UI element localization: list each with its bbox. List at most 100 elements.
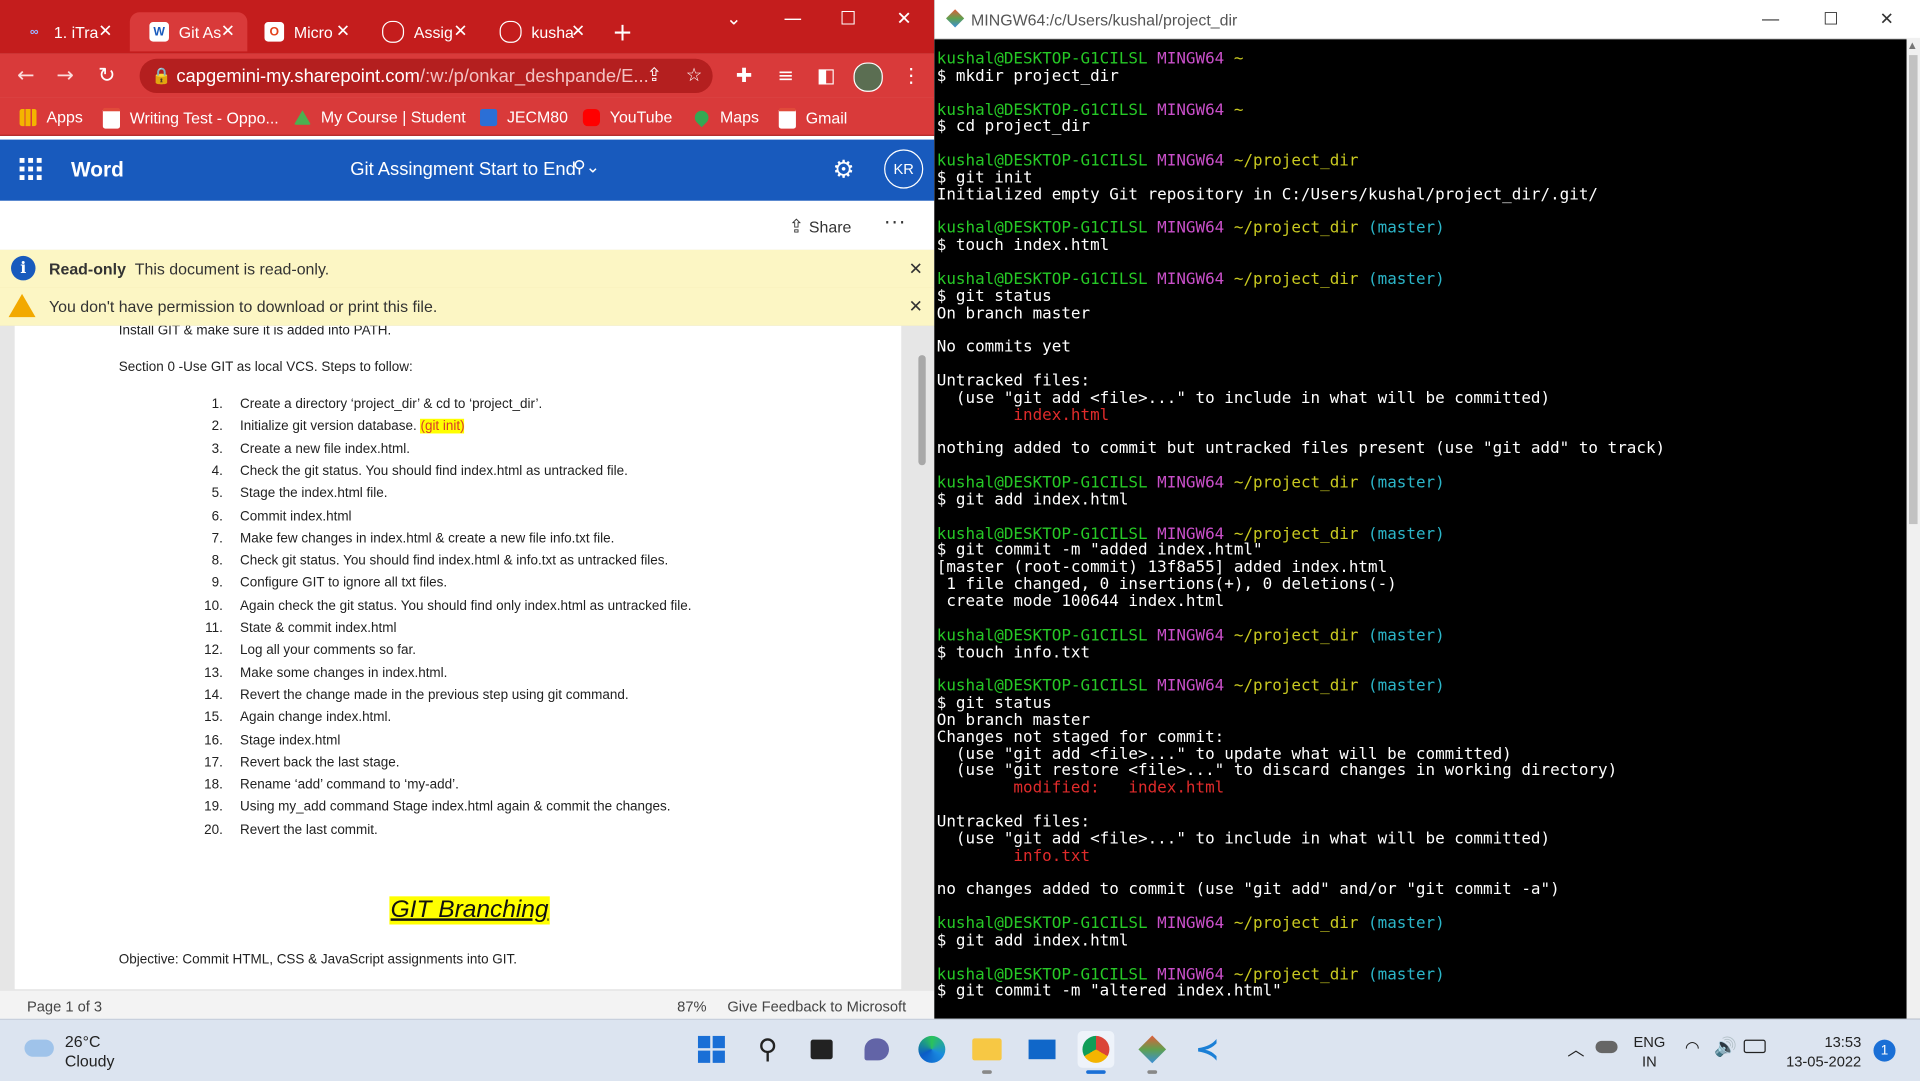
tab-search-icon[interactable]: ⌄ xyxy=(726,7,741,29)
forward-icon[interactable]: → xyxy=(56,64,73,88)
close-tab-icon[interactable]: ✕ xyxy=(221,21,235,42)
dismiss-permission-icon[interactable]: ✕ xyxy=(909,296,923,317)
word-icon: W xyxy=(149,22,169,42)
terminal-output[interactable]: kushal@DESKTOP-G1CILSL MINGW64 ~ $ mkdir… xyxy=(937,51,1665,1000)
bookmark-writing-test[interactable]: Writing Test - Oppo... xyxy=(102,107,279,129)
bookmark-my-course[interactable]: My Course | Student xyxy=(293,108,466,126)
wifi-icon[interactable]: ◠ xyxy=(1685,1037,1700,1058)
reload-icon[interactable]: ↻ xyxy=(98,64,115,88)
share-page-icon[interactable]: ⇪ xyxy=(647,64,662,86)
prompt-user: kushal@DESKTOP-G1CILSL xyxy=(936,677,1148,696)
collaborators-chevron-icon[interactable]: ⚲⌄ xyxy=(573,158,600,178)
mail-button[interactable] xyxy=(1024,1031,1061,1068)
prompt-line: kushal@DESKTOP-G1CILSL MINGW64 ~ xyxy=(937,102,1665,119)
tab-microsoft[interactable]: O Micro ✕ xyxy=(245,12,363,51)
bookmark-youtube[interactable]: YouTube xyxy=(582,108,672,126)
tab-git-assignment[interactable]: W Git As ✕ xyxy=(129,12,248,52)
line-text: [master (root-commit) 13f8a55] added ind… xyxy=(936,558,1388,578)
step-text: Configure GIT to ignore all txt files. xyxy=(240,575,448,591)
tab-itra[interactable]: ∞ 1. iTra ✕ xyxy=(5,12,125,51)
bookmark-jecm80[interactable]: JECM80 xyxy=(480,108,568,126)
line-text: $ git add index.html xyxy=(936,490,1129,510)
dismiss-readonly-icon[interactable]: ✕ xyxy=(909,258,923,279)
line-text: $ git init xyxy=(936,168,1033,188)
step-item: 14. Revert the change made in the previou… xyxy=(198,688,628,703)
feedback-link[interactable]: Give Feedback to Microsoft xyxy=(727,998,906,1015)
reading-list-icon[interactable]: ≡ xyxy=(778,64,794,87)
extensions-icon[interactable]: ✚ xyxy=(736,64,752,87)
close-tab-icon[interactable]: ✕ xyxy=(453,21,467,42)
prompt-system: MINGW64 xyxy=(1157,219,1225,239)
app-launcher-icon[interactable] xyxy=(19,157,42,181)
time: 13:53 xyxy=(1824,1033,1862,1051)
onedrive-cloud-icon[interactable] xyxy=(1595,1036,1618,1054)
new-tab-button[interactable]: + xyxy=(612,17,633,46)
language-indicator[interactable]: ENG IN xyxy=(1633,1032,1665,1071)
document-title[interactable]: Git Assingment Start to End xyxy=(350,159,576,180)
minimize-icon[interactable]: — xyxy=(784,7,802,29)
prompt-line: kushal@DESKTOP-G1CILSL MINGW64 ~/project… xyxy=(937,526,1665,543)
git-gui-button[interactable] xyxy=(1134,1031,1171,1074)
bookmark-apps[interactable]: Apps xyxy=(19,108,83,126)
highlighted-command: (git init) xyxy=(420,419,465,434)
close-tab-icon[interactable]: ✕ xyxy=(98,21,112,42)
vscode-button[interactable]: ≺ xyxy=(1189,1031,1226,1068)
readonly-message-bar: i Read-only This document is read-only. … xyxy=(0,249,935,289)
output-line: (use "git add <file>..." to update what … xyxy=(937,746,1665,763)
terminal-title: MINGW64:/c/Users/kushal/project_dir xyxy=(971,11,1238,30)
clock[interactable]: 13:53 13-05-2022 xyxy=(1785,1032,1861,1071)
bookmark-maps[interactable]: Maps xyxy=(691,107,759,127)
task-view-button[interactable] xyxy=(803,1031,840,1068)
step-item: 19. Using my_add command Stage index.html… xyxy=(198,800,670,815)
more-options-button[interactable]: ··· xyxy=(884,211,906,234)
bookmark-star-icon[interactable]: ☆ xyxy=(686,64,702,86)
prompt-system: MINGW64 xyxy=(1157,101,1225,120)
scroll-thumb[interactable] xyxy=(1908,55,1918,525)
close-tab-icon[interactable]: ✕ xyxy=(336,21,350,42)
show-hidden-icons-chevron[interactable]: ︿ xyxy=(1567,1037,1584,1061)
bookmark-gmail[interactable]: Gmail xyxy=(778,107,847,129)
side-panel-icon[interactable]: ◧ xyxy=(817,64,836,87)
address-bar[interactable]: 🔒 capgemini-my.sharepoint.com/:w:/p/onka… xyxy=(139,58,713,94)
edge-button[interactable] xyxy=(913,1031,950,1068)
output-line: (use "git add <file>..." to include in w… xyxy=(937,831,1665,848)
user-avatar[interactable]: KR xyxy=(884,149,924,189)
line-text: $ cd project_dir xyxy=(936,118,1091,137)
battery-icon[interactable] xyxy=(1743,1039,1766,1054)
prompt-directory: ~/project_dir xyxy=(1233,219,1359,239)
close-window-icon[interactable]: ✕ xyxy=(896,7,911,29)
close-window-icon[interactable]: ✕ xyxy=(1880,9,1894,30)
maximize-icon[interactable]: ☐ xyxy=(840,7,856,29)
back-icon[interactable]: ← xyxy=(17,64,34,88)
menu-icon[interactable]: ⋮ xyxy=(901,64,921,87)
share-button[interactable]: ⇪ Share xyxy=(789,216,852,238)
zoom-level[interactable]: 87% xyxy=(677,998,706,1015)
settings-gear-icon[interactable]: ⚙ xyxy=(833,154,855,183)
search-button[interactable]: ⚲ xyxy=(749,1031,786,1068)
minimize-icon[interactable]: — xyxy=(1762,9,1779,29)
teams-chat-button[interactable] xyxy=(858,1031,895,1068)
file-explorer-button[interactable] xyxy=(969,1031,1006,1074)
mail-icon xyxy=(1028,1039,1056,1060)
line-text: No commits yet xyxy=(936,338,1071,357)
document-scrollbar[interactable] xyxy=(918,355,926,466)
start-button[interactable] xyxy=(693,1031,730,1068)
chrome-button[interactable] xyxy=(1077,1031,1115,1074)
taskbar: 26°C Cloudy ⚲ ≺ ︿ ENG IN ◠ 🔊 13:53 13-05-20… xyxy=(0,1018,1920,1081)
terminal-scrollbar[interactable]: ▲ xyxy=(1906,37,1920,1019)
tab-label: Micro xyxy=(293,22,333,42)
share-icon: ⇪ xyxy=(788,216,804,238)
scroll-up-icon[interactable]: ▲ xyxy=(1909,40,1916,50)
prompt-line: kushal@DESKTOP-G1CILSL MINGW64 ~/project… xyxy=(937,915,1665,933)
tab-kushal[interactable]: kusha ✕ xyxy=(480,12,598,51)
document-canvas[interactable]: Install GIT & make sure it is added into… xyxy=(0,325,935,990)
volume-icon[interactable]: 🔊 xyxy=(1714,1036,1737,1058)
maximize-icon[interactable]: ☐ xyxy=(1823,9,1838,30)
notification-badge[interactable]: 1 xyxy=(1873,1039,1896,1062)
step-item: 12. Log all your comments so far. xyxy=(198,643,416,658)
close-tab-icon[interactable]: ✕ xyxy=(571,21,585,42)
tab-assignment[interactable]: Assig ✕ xyxy=(362,12,480,51)
step-number: 14. xyxy=(204,688,223,703)
profile-avatar[interactable] xyxy=(853,62,883,92)
prompt-line: kushal@DESKTOP-G1CILSL MINGW64 ~/project… xyxy=(937,475,1665,492)
